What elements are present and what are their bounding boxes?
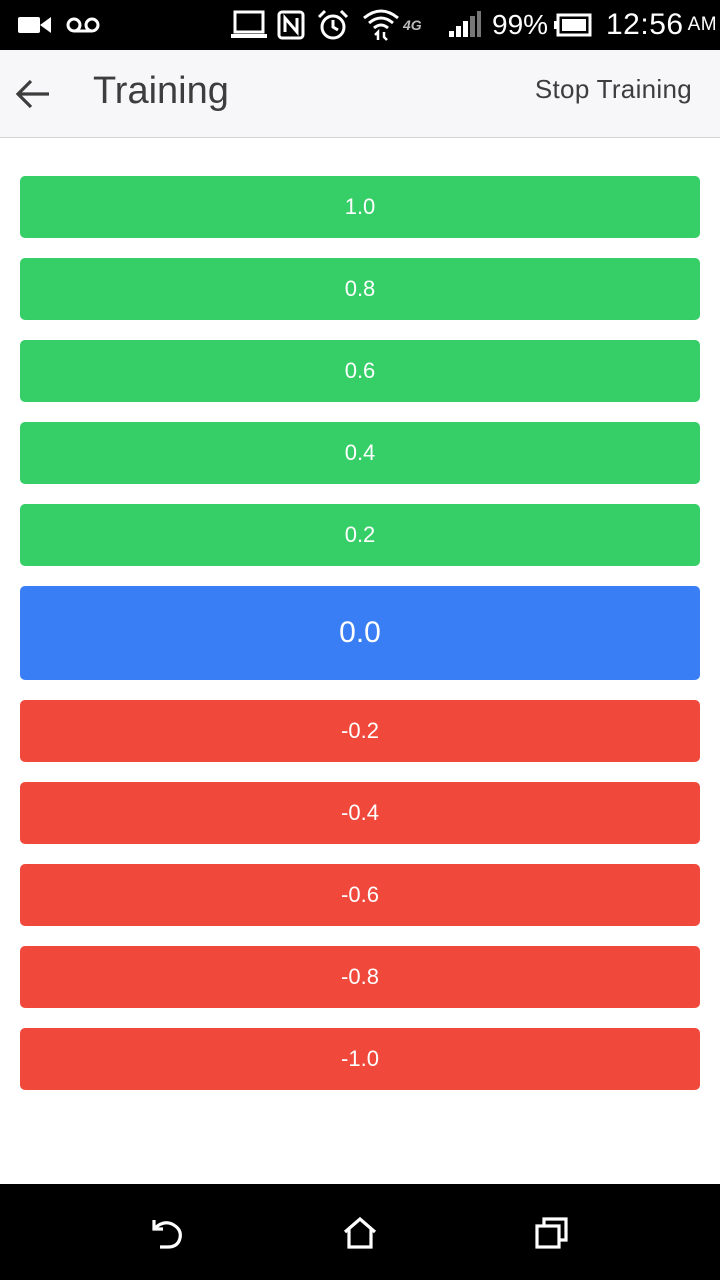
home-nav-icon [343,1216,377,1249]
back-nav-icon [152,1220,182,1249]
voicemail-icon [66,0,100,50]
alarm-icon [316,0,350,50]
value-button[interactable]: 0.2 [20,504,700,566]
recents-nav-button[interactable] [527,1208,577,1258]
clock-time: 12:56 [606,8,684,41]
app-bar: Training Stop Training [0,50,720,138]
back-button[interactable] [8,68,58,120]
value-button[interactable]: -0.8 [20,946,700,1008]
page-title: Training [93,70,229,112]
navigation-bar [0,1184,720,1280]
video-camera-icon [18,0,52,50]
nfc-icon [277,0,305,50]
battery-icon [553,0,593,50]
value-button[interactable]: -0.4 [20,782,700,844]
value-button[interactable]: -0.6 [20,864,700,926]
value-button[interactable]: 0.6 [20,340,700,402]
clock: 12:56 AM [606,0,717,50]
value-button[interactable]: -1.0 [20,1028,700,1090]
value-button[interactable]: 1.0 [20,176,700,238]
clock-ampm: AM [687,14,718,35]
home-nav-button[interactable] [335,1208,385,1258]
value-button[interactable]: 0.8 [20,258,700,320]
network-type-label: 4G [403,17,422,33]
value-button-list: 1.0 0.8 0.6 0.4 0.2 0.0 -0.2 -0.4 -0.6 -0.8 -1.0 [20,176,700,1110]
back-nav-button[interactable] [143,1208,193,1258]
status-bar: 4G 99% 12:56 AM [0,0,720,50]
wifi-icon [362,0,400,50]
value-button[interactable]: 0.0 [20,586,700,680]
recents-nav-icon [535,1217,568,1249]
stop-training-button[interactable]: Stop Training [535,74,692,105]
arrow-left-icon [15,79,49,109]
signal-icon [447,0,481,50]
value-button[interactable]: -0.2 [20,700,700,762]
battery-percent: 99% [492,9,549,40]
laptop-icon [230,0,268,50]
value-button[interactable]: 0.4 [20,422,700,484]
